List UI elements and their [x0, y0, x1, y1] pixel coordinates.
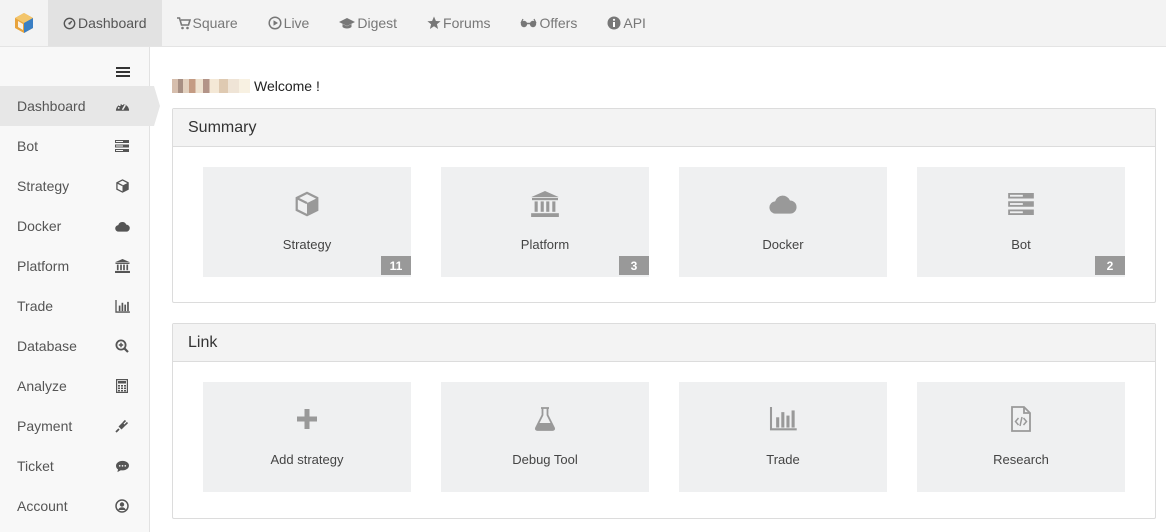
sidebar-item-trade[interactable]: Trade — [0, 286, 150, 326]
sidebar-item-docker[interactable]: Docker — [0, 206, 150, 246]
info-circle-icon — [607, 16, 621, 30]
sidebar-item-database[interactable]: Database — [0, 326, 150, 366]
tile-label: Trade — [766, 452, 800, 467]
dashboard-circle-icon — [63, 17, 76, 30]
sidebar-item-dashboard[interactable]: Dashboard — [0, 86, 160, 126]
bank-icon — [114, 258, 130, 274]
plus-icon — [293, 406, 321, 432]
glasses-icon — [520, 17, 538, 29]
sidebar-item-label: Bot — [17, 138, 39, 154]
server-icon — [1007, 191, 1035, 217]
sidebar-item-ticket[interactable]: Ticket — [0, 446, 150, 486]
link-panel: Link Add strategy Debug Tool Trade Resea… — [172, 323, 1156, 519]
search-plus-icon — [114, 338, 130, 354]
calculator-icon — [114, 378, 130, 394]
sidebar-item-label: Dashboard — [17, 98, 86, 114]
cloud-icon — [114, 218, 130, 234]
summary-panel: Summary Strategy 11 Platform 3 Docker Bo… — [172, 108, 1156, 303]
server-icon — [114, 138, 130, 154]
tile-label: Add strategy — [270, 452, 344, 467]
count-badge: 3 — [619, 256, 649, 275]
count-badge: 2 — [1095, 256, 1125, 275]
redacted-username — [172, 79, 250, 93]
comment-icon — [114, 458, 130, 474]
tile-label: Bot — [1011, 237, 1031, 252]
tile-label: Strategy — [282, 237, 332, 252]
link-tile-trade[interactable]: Trade — [679, 382, 887, 492]
play-circle-icon — [268, 16, 282, 30]
top-navbar: Dashboard Square Live Digest Forums Offe… — [0, 0, 1166, 47]
nav-live[interactable]: Live — [253, 0, 325, 46]
cube-icon — [114, 178, 130, 194]
nav-dashboard[interactable]: Dashboard — [48, 0, 162, 46]
bar-chart-icon — [114, 298, 130, 314]
tile-label: Debug Tool — [512, 452, 578, 467]
nav-digest[interactable]: Digest — [324, 0, 412, 46]
cart-icon — [176, 16, 191, 30]
sidebar-item-account[interactable]: Account — [0, 486, 150, 526]
summary-tile-docker[interactable]: Docker — [679, 167, 887, 277]
tile-label: Research — [993, 452, 1049, 467]
nav-api[interactable]: API — [592, 0, 661, 46]
sidebar-item-bot[interactable]: Bot — [0, 126, 150, 166]
nav-offers[interactable]: Offers — [505, 0, 592, 46]
tile-label: Docker — [762, 237, 804, 252]
bar-chart-icon — [769, 406, 797, 432]
bank-icon — [531, 191, 559, 217]
welcome-message: Welcome ! — [172, 78, 320, 94]
sidebar-item-label: Platform — [17, 258, 70, 274]
tachometer-icon — [114, 98, 130, 114]
summary-tile-bot[interactable]: Bot 2 — [917, 167, 1125, 277]
nav-label: Offers — [539, 15, 578, 31]
logo[interactable] — [0, 0, 48, 46]
count-badge: 11 — [381, 256, 411, 275]
sidebar-item-label: Database — [17, 338, 77, 354]
link-tile-research[interactable]: Research — [917, 382, 1125, 492]
panel-title: Link — [173, 324, 1155, 362]
sidebar-item-strategy[interactable]: Strategy — [0, 166, 150, 206]
sidebar-item-label: Docker — [17, 218, 62, 234]
cloud-icon — [769, 191, 797, 217]
nav-label: API — [623, 15, 646, 31]
sidebar-item-payment[interactable]: Payment — [0, 406, 150, 446]
file-code-icon — [1007, 406, 1035, 432]
sidebar-item-analyze[interactable]: Analyze — [0, 366, 150, 406]
summary-tile-strategy[interactable]: Strategy 11 — [203, 167, 411, 277]
summary-tile-platform[interactable]: Platform 3 — [441, 167, 649, 277]
sidebar-item-label: Payment — [17, 418, 73, 434]
sidebar-item-label: Account — [17, 498, 68, 514]
user-circle-icon — [114, 498, 130, 514]
cube-icon — [293, 191, 321, 217]
link-tile-debug-tool[interactable]: Debug Tool — [441, 382, 649, 492]
sidebar-item-label: Analyze — [17, 378, 67, 394]
link-tile-add-strategy[interactable]: Add strategy — [203, 382, 411, 492]
panel-title: Summary — [173, 109, 1155, 147]
welcome-text: Welcome ! — [254, 78, 320, 94]
star-icon — [427, 16, 441, 30]
graduation-cap-icon — [339, 17, 356, 30]
nav-label: Live — [283, 15, 310, 31]
nav-label: Square — [192, 15, 238, 31]
plug-icon — [114, 418, 130, 434]
sidebar-item-label: Trade — [17, 298, 54, 314]
nav-label: Digest — [357, 15, 398, 31]
nav-forums[interactable]: Forums — [412, 0, 505, 46]
sidebar: Dashboard Bot Strategy Docker Platform T… — [0, 47, 160, 532]
sidebar-item-platform[interactable]: Platform — [0, 246, 150, 286]
flask-icon — [531, 406, 559, 432]
tile-label: Platform — [520, 237, 570, 252]
logo-icon — [15, 13, 33, 33]
sidebar-item-label: Ticket — [17, 458, 54, 474]
nav-square[interactable]: Square — [162, 0, 253, 46]
nav-label: Dashboard — [78, 15, 147, 31]
menu-toggle-icon[interactable] — [116, 67, 130, 79]
nav-label: Forums — [443, 15, 491, 31]
sidebar-item-label: Strategy — [17, 178, 70, 194]
